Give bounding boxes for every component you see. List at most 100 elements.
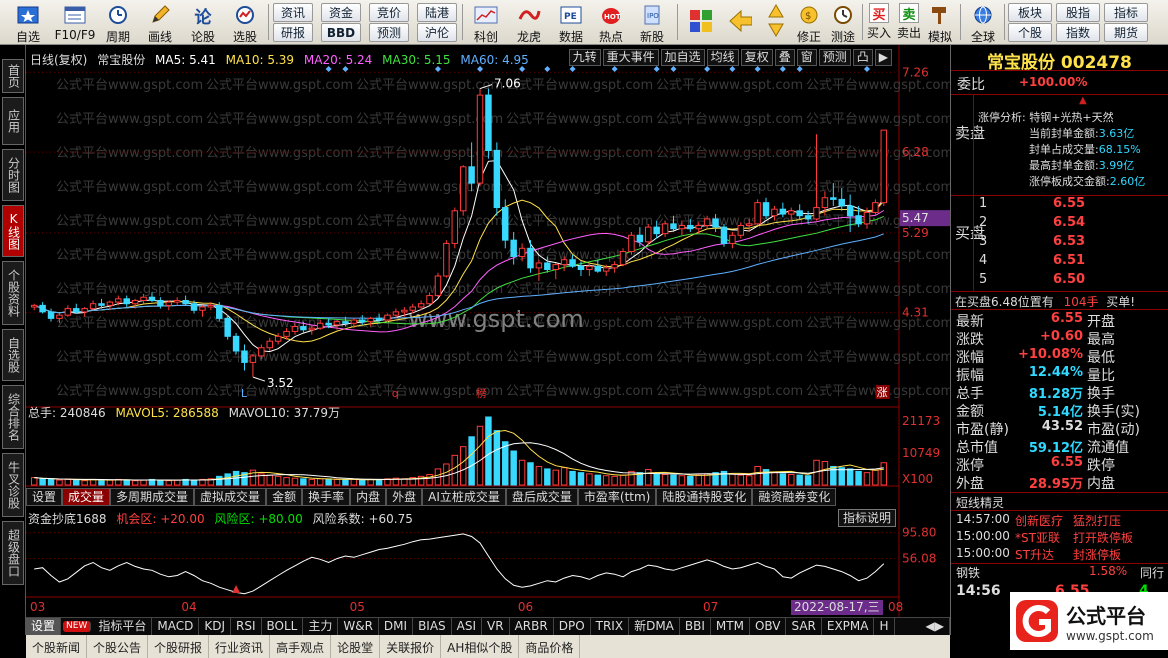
period-button[interactable]: 周期: [98, 0, 138, 45]
layout-grid-button[interactable]: [683, 0, 719, 45]
news-tab[interactable]: 个股新闻: [26, 635, 88, 658]
news-tab[interactable]: 个股研报: [148, 635, 210, 658]
nine-turn-button[interactable]: 九转: [568, 49, 601, 66]
f10-button[interactable]: F10/F9: [52, 0, 98, 45]
indicator-tab[interactable]: 多周期成交量: [110, 488, 195, 506]
dragon-tiger-button[interactable]: 龙虎: [507, 0, 551, 45]
bottom-tab[interactable]: ASI: [452, 618, 483, 635]
simulate-button[interactable]: 模拟: [925, 0, 955, 45]
backtest-button[interactable]: 测途: [826, 0, 860, 45]
bottom-tab[interactable]: BOLL: [262, 618, 304, 635]
data-button[interactable]: PE 数据: [551, 0, 591, 45]
global-button[interactable]: 全球: [963, 0, 1003, 45]
hk-connect-button[interactable]: 陆港: [417, 3, 457, 22]
indicator-help-button[interactable]: 指标说明: [838, 509, 897, 527]
play-button[interactable]: ▶: [874, 49, 892, 66]
bottom-tab[interactable]: OBV: [750, 618, 787, 635]
bottom-tab[interactable]: 新DMA: [629, 618, 680, 635]
predict-button[interactable]: 预测: [818, 49, 851, 66]
stock-picker-button[interactable]: 选股: [224, 0, 266, 45]
sidebar-tab-profile[interactable]: 个股资料: [2, 261, 24, 325]
funds-button[interactable]: 资金: [321, 3, 361, 22]
ticker-extra[interactable]: 同行: [1140, 564, 1164, 581]
bottom-tab[interactable]: H: [874, 618, 895, 635]
kline-chart-svg[interactable]: 公式平台www.gspt.com 公式平台www.gspt.com 公式平台www.…: [26, 45, 953, 617]
bottom-tab[interactable]: TRIX: [591, 618, 630, 635]
bottom-tab[interactable]: KDJ: [199, 618, 231, 635]
news-tab[interactable]: 个股公告: [87, 635, 149, 658]
news-button[interactable]: 资讯: [273, 3, 313, 22]
adjust-button[interactable]: 复权: [740, 49, 773, 66]
bottom-tab[interactable]: RSI: [231, 618, 262, 635]
news-tab[interactable]: 关联报价: [380, 635, 442, 658]
indicator-tab[interactable]: 盘后成交量: [505, 488, 578, 506]
bottom-tab[interactable]: NEW: [63, 621, 92, 632]
bottom-tab[interactable]: W&R: [338, 618, 379, 635]
indicator-tab[interactable]: 设置: [26, 488, 63, 506]
indicator-tab[interactable]: 成交量: [62, 488, 111, 506]
indicator-button[interactable]: 指标: [1104, 3, 1148, 22]
back-button[interactable]: [722, 0, 758, 45]
indicator-tab[interactable]: 外盘: [386, 488, 423, 506]
scroll-tabs-icon[interactable]: ◀▶: [921, 618, 950, 635]
bottom-tab[interactable]: 主力: [303, 618, 339, 635]
futures-button[interactable]: 期货: [1104, 23, 1148, 42]
sidebar-tab-super-handicap[interactable]: 超级盘口: [2, 521, 24, 585]
indicator-tab[interactable]: 换手率: [302, 488, 351, 506]
news-tab[interactable]: 论股堂: [331, 635, 381, 658]
news-tab[interactable]: 高手观点: [270, 635, 332, 658]
collapse-up-icon[interactable]: ▲: [1079, 95, 1087, 106]
indicator-tab[interactable]: 金额: [266, 488, 303, 506]
sell-button[interactable]: 卖 卖出: [895, 0, 923, 45]
indicator-tab[interactable]: 融资融券变化: [752, 488, 837, 506]
news-tab[interactable]: 商品价格: [519, 635, 581, 658]
bottom-tab[interactable]: MACD: [152, 618, 200, 635]
bottom-tab[interactable]: SAR: [786, 618, 822, 635]
overlay-button[interactable]: 叠: [774, 49, 795, 66]
bottom-tab[interactable]: ARBR: [510, 618, 554, 635]
new-stock-button[interactable]: IPO 新股: [631, 0, 673, 45]
forecast-button[interactable]: 预测: [369, 23, 409, 42]
draw-line-button[interactable]: 画线: [138, 0, 182, 45]
buy-button[interactable]: 买 买入: [865, 0, 893, 45]
page-up-down-button[interactable]: [762, 0, 790, 45]
bottom-tab[interactable]: BBI: [680, 618, 711, 635]
sidebar-tab-apps[interactable]: 应用: [2, 97, 24, 145]
bottom-tab[interactable]: EXPMA: [822, 618, 875, 635]
bottom-tab[interactable]: VR: [482, 618, 510, 635]
single-stock-button[interactable]: 个股: [1008, 23, 1052, 42]
bottom-tab[interactable]: DMI: [379, 618, 414, 635]
sector-button[interactable]: 板块: [1008, 3, 1052, 22]
sidebar-tab-diagnosis[interactable]: 牛叉诊股: [2, 453, 24, 517]
news-tab[interactable]: AH相似个股: [441, 635, 520, 658]
tech-button[interactable]: 科创: [465, 0, 507, 45]
stock-index-button[interactable]: 股指: [1056, 3, 1100, 22]
bottom-tab[interactable]: BIAS: [413, 618, 452, 635]
major-event-button[interactable]: 重大事件: [602, 49, 659, 66]
bottom-tab[interactable]: DPO: [554, 618, 591, 635]
sidebar-tab-kline[interactable]: K线图: [2, 205, 24, 257]
indicator-tab[interactable]: 内盘: [350, 488, 387, 506]
hot-button[interactable]: HOT 热点: [591, 0, 631, 45]
sidebar-tab-home[interactable]: 首页: [2, 59, 24, 93]
bottom-tab[interactable]: 设置: [26, 618, 62, 635]
add-watchlist-button[interactable]: 加自选: [660, 49, 705, 66]
shanghai-london-button[interactable]: 沪伦: [417, 23, 457, 42]
index-button[interactable]: 指数: [1056, 23, 1100, 42]
indicator-tab[interactable]: 市盈率(ttm): [577, 488, 657, 506]
indicator-tab[interactable]: 虚拟成交量: [194, 488, 267, 506]
research-button[interactable]: 研报: [273, 23, 313, 42]
indicator-tab[interactable]: AI立桩成交量: [422, 488, 506, 506]
convex-button[interactable]: 凸: [852, 49, 873, 66]
revise-button[interactable]: $ 修正: [792, 0, 826, 45]
window-button[interactable]: 窗: [796, 49, 817, 66]
ma-button[interactable]: 均线: [706, 49, 739, 66]
sidebar-tab-watchlist[interactable]: 自选股: [2, 329, 24, 381]
sidebar-tab-intraday[interactable]: 分时图: [2, 149, 24, 201]
indicator-tab[interactable]: 陆股通持股变化: [656, 488, 753, 506]
news-tab[interactable]: 行业资讯: [209, 635, 271, 658]
commentary-button[interactable]: 论 论股: [182, 0, 224, 45]
bbd-button[interactable]: BBD: [321, 23, 361, 42]
chart-area[interactable]: 公式平台www.gspt.com 公式平台www.gspt.com 公式平台www.…: [26, 45, 953, 617]
bottom-tab[interactable]: MTM: [711, 618, 750, 635]
